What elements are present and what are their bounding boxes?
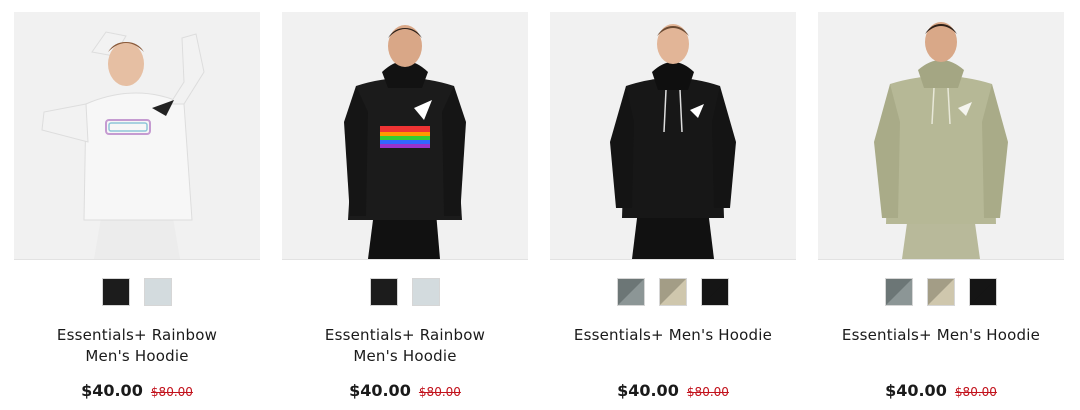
product-name-line1: Essentials+ Men's Hoodie xyxy=(573,326,773,344)
color-swatch-black[interactable] xyxy=(701,278,729,306)
product-name[interactable]: Essentials+ Men's Hoodie xyxy=(550,325,796,367)
sale-price: $40.00 xyxy=(885,381,947,400)
color-swatches xyxy=(550,278,796,308)
price-row: $40.00 $80.00 xyxy=(282,381,528,400)
color-swatch-black[interactable] xyxy=(102,278,130,306)
product-card[interactable]: Essentials+ Men's Hoodie $40.00 $80.00 xyxy=(818,12,1064,408)
product-card[interactable]: Essentials+ Rainbow Men's Hoodie $40.00 … xyxy=(282,12,528,408)
product-card[interactable]: Essentials+ Men's Hoodie $40.00 $80.00 xyxy=(550,12,796,408)
color-swatches xyxy=(282,278,528,308)
sale-price: $40.00 xyxy=(81,381,143,400)
original-price: $80.00 xyxy=(686,385,729,399)
color-swatch-black[interactable] xyxy=(370,278,398,306)
color-swatch-gray[interactable] xyxy=(617,278,645,306)
product-name-line1: Essentials+ Men's Hoodie xyxy=(841,326,1041,344)
color-swatches xyxy=(818,278,1064,308)
product-card[interactable]: Essentials+ Rainbow Men's Hoodie $40.00 … xyxy=(14,12,260,408)
product-name[interactable]: Essentials+ Men's Hoodie xyxy=(818,325,1064,367)
original-price: $80.00 xyxy=(418,385,461,399)
color-swatches xyxy=(14,278,260,308)
product-name-line2: Men's Hoodie xyxy=(353,347,457,365)
sale-price: $40.00 xyxy=(617,381,679,400)
color-swatch-gray[interactable] xyxy=(885,278,913,306)
color-swatch-khaki[interactable] xyxy=(659,278,687,306)
original-price: $80.00 xyxy=(954,385,997,399)
color-swatch-khaki[interactable] xyxy=(927,278,955,306)
product-name-line1: Essentials+ Rainbow xyxy=(324,326,486,344)
product-name[interactable]: Essentials+ Rainbow Men's Hoodie xyxy=(14,325,260,367)
product-image[interactable] xyxy=(550,12,796,260)
product-image[interactable] xyxy=(282,12,528,260)
price-row: $40.00 $80.00 xyxy=(818,381,1064,400)
sale-price: $40.00 xyxy=(349,381,411,400)
product-image[interactable] xyxy=(14,12,260,260)
color-swatch-light-gray[interactable] xyxy=(412,278,440,306)
product-image[interactable] xyxy=(818,12,1064,260)
product-name-line2: Men's Hoodie xyxy=(85,347,189,365)
product-grid: Essentials+ Rainbow Men's Hoodie $40.00 … xyxy=(0,0,1080,410)
price-row: $40.00 $80.00 xyxy=(14,381,260,400)
color-swatch-light-gray[interactable] xyxy=(144,278,172,306)
product-name-line1: Essentials+ Rainbow xyxy=(56,326,218,344)
product-name[interactable]: Essentials+ Rainbow Men's Hoodie xyxy=(282,325,528,367)
original-price: $80.00 xyxy=(150,385,193,399)
price-row: $40.00 $80.00 xyxy=(550,381,796,400)
color-swatch-black[interactable] xyxy=(969,278,997,306)
